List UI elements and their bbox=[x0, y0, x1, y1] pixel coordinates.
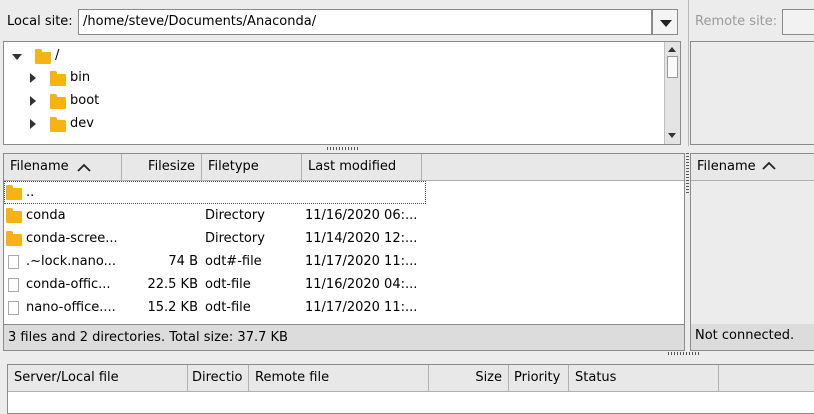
file-row[interactable]: .. bbox=[4, 181, 426, 204]
column-header-filename[interactable]: Filename bbox=[4, 154, 122, 180]
column-header-server-local-file[interactable]: Server/Local file bbox=[8, 365, 188, 391]
tree-item-dev[interactable]: dev bbox=[70, 116, 94, 131]
file-row[interactable]: .~lock.nano... 74 B odt#-file 11/17/2020… bbox=[4, 250, 426, 273]
file-type: Directory bbox=[205, 208, 265, 223]
file-icon bbox=[8, 301, 19, 315]
file-name: nano-office.... bbox=[26, 300, 116, 315]
column-header-label: Filename bbox=[697, 159, 756, 174]
column-header-filetype[interactable]: Filetype bbox=[202, 154, 302, 180]
scroll-down-icon[interactable] bbox=[668, 133, 676, 138]
column-header-priority[interactable]: Priority bbox=[509, 365, 569, 391]
column-header-label: Size bbox=[475, 370, 502, 385]
local-site-dropdown-button[interactable] bbox=[652, 9, 678, 35]
file-size: 15.2 KB bbox=[147, 300, 198, 315]
tree-item-boot[interactable]: boot bbox=[70, 93, 99, 108]
file-type: odt-file bbox=[205, 300, 251, 315]
column-header-label: Priority bbox=[514, 370, 561, 385]
local-status-bar: 3 files and 2 directories. Total size: 3… bbox=[3, 325, 685, 351]
local-directory-tree[interactable]: / bin boot dev bbox=[3, 41, 681, 145]
column-header-label: Directio bbox=[192, 370, 243, 385]
transfer-queue-header: Server/Local file Directio Remote file S… bbox=[8, 365, 814, 392]
column-header-filesize[interactable]: Filesize bbox=[122, 154, 202, 180]
remote-directory-tree[interactable] bbox=[690, 41, 814, 145]
column-header-label: Filesize bbox=[148, 159, 195, 174]
file-name: .. bbox=[26, 185, 35, 200]
splitter-grip[interactable] bbox=[327, 147, 360, 150]
file-row[interactable]: nano-office.... 15.2 KB odt-file 11/17/2… bbox=[4, 296, 426, 319]
tree-item-root[interactable]: / bbox=[55, 48, 59, 63]
collapse-arrow-icon[interactable] bbox=[30, 96, 36, 106]
splitter-grip[interactable] bbox=[668, 352, 701, 355]
file-name: .~lock.nano... bbox=[26, 254, 116, 269]
file-name: conda-scree... bbox=[26, 231, 118, 246]
column-header-label: Server/Local file bbox=[14, 370, 119, 385]
remote-site-input[interactable] bbox=[782, 9, 814, 35]
folder-icon bbox=[6, 231, 22, 246]
scroll-up-icon[interactable] bbox=[668, 47, 676, 52]
folder-icon bbox=[50, 71, 66, 86]
column-header-label: Status bbox=[575, 370, 617, 385]
file-icon bbox=[8, 278, 19, 292]
file-modified: 11/14/2020 12:... bbox=[305, 231, 418, 246]
local-site-path-input[interactable]: /home/steve/Documents/Anaconda/ bbox=[78, 9, 652, 35]
remote-status-bar: Not connected. bbox=[691, 324, 814, 350]
file-type: odt#-file bbox=[205, 254, 262, 269]
transfer-queue[interactable]: Server/Local file Directio Remote file S… bbox=[7, 364, 814, 414]
column-header-size[interactable]: Size bbox=[429, 365, 509, 391]
sort-ascending-icon bbox=[762, 161, 776, 170]
file-modified: 11/16/2020 06:... bbox=[305, 208, 418, 223]
folder-icon bbox=[50, 94, 66, 109]
remote-site-label: Remote site: bbox=[695, 14, 778, 29]
file-name: conda-offic... bbox=[26, 277, 111, 292]
file-modified: 11/17/2020 11:... bbox=[305, 300, 418, 315]
column-header-label: Filename bbox=[10, 159, 69, 174]
local-status-text: 3 files and 2 directories. Total size: 3… bbox=[8, 330, 288, 345]
file-row[interactable]: conda Directory 11/16/2020 06:... bbox=[4, 204, 426, 227]
file-type: Directory bbox=[205, 231, 265, 246]
file-modified: 11/16/2020 04:... bbox=[305, 277, 418, 292]
local-site-label: Local site: bbox=[7, 14, 73, 29]
tree-vertical-scrollbar[interactable] bbox=[664, 42, 680, 144]
file-name: conda bbox=[26, 208, 66, 223]
tree-item-bin[interactable]: bin bbox=[70, 70, 90, 85]
file-modified: 11/17/2020 11:... bbox=[305, 254, 418, 269]
folder-icon bbox=[6, 185, 22, 200]
file-icon bbox=[8, 255, 19, 269]
pane-splitter[interactable] bbox=[688, 0, 689, 146]
column-header-label: Last modified bbox=[308, 159, 397, 174]
file-row[interactable]: conda-scree... Directory 11/14/2020 12:.… bbox=[4, 227, 426, 250]
column-header-label: Remote file bbox=[255, 370, 330, 385]
collapse-arrow-icon[interactable] bbox=[30, 119, 36, 129]
column-header-last-modified[interactable]: Last modified bbox=[302, 154, 422, 180]
column-header-label: Filetype bbox=[208, 159, 259, 174]
file-type: odt-file bbox=[205, 277, 251, 292]
local-site-path-value: /home/steve/Documents/Anaconda/ bbox=[83, 14, 317, 29]
local-file-list[interactable]: Filename Filesize Filetype Last modified… bbox=[3, 153, 685, 325]
column-header-remote-file[interactable]: Remote file bbox=[249, 365, 429, 391]
scrollbar-thumb[interactable] bbox=[667, 56, 678, 78]
collapse-arrow-icon[interactable] bbox=[30, 73, 36, 83]
file-size: 22.5 KB bbox=[147, 277, 198, 292]
local-file-list-header: Filename Filesize Filetype Last modified bbox=[4, 154, 684, 181]
file-size bbox=[122, 204, 198, 227]
column-header-direction[interactable]: Directio bbox=[188, 365, 249, 391]
remote-file-list[interactable]: Filename Not connected. bbox=[690, 153, 814, 351]
file-row[interactable]: conda-offic... 22.5 KB odt-file 11/16/20… bbox=[4, 273, 426, 296]
column-header-filename[interactable]: Filename bbox=[691, 154, 814, 180]
folder-icon bbox=[50, 117, 66, 132]
file-size bbox=[122, 227, 198, 250]
folder-icon bbox=[6, 208, 22, 223]
column-header-status[interactable]: Status bbox=[569, 365, 719, 391]
expand-arrow-icon[interactable] bbox=[12, 54, 22, 60]
chevron-down-icon bbox=[660, 20, 672, 27]
file-size: 74 B bbox=[168, 254, 198, 269]
folder-icon bbox=[35, 49, 51, 64]
splitter-grip[interactable] bbox=[686, 153, 689, 193]
remote-status-text: Not connected. bbox=[695, 328, 795, 343]
remote-file-list-header: Filename bbox=[691, 154, 814, 181]
